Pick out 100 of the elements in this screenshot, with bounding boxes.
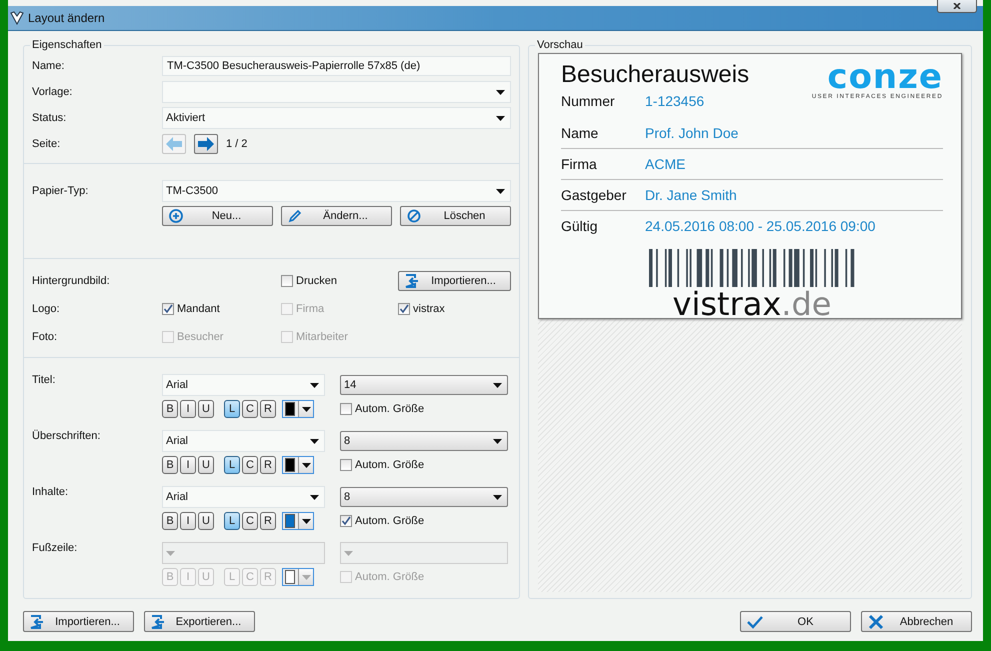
action-button[interactable]: Ändern... bbox=[281, 206, 392, 226]
badge-label: Nummer bbox=[561, 93, 616, 109]
style-toggle[interactable]: U bbox=[198, 456, 214, 474]
align-toggle[interactable]: L bbox=[224, 456, 240, 474]
company-logo: conze bbox=[827, 62, 943, 92]
dialog-button[interactable]: OK bbox=[740, 611, 851, 632]
checkbox[interactable] bbox=[340, 515, 352, 527]
font-dropdown[interactable]: Arial bbox=[162, 486, 325, 508]
badge-label: Name bbox=[561, 125, 600, 141]
right-arrow-icon bbox=[198, 137, 214, 151]
import-icon bbox=[405, 274, 419, 288]
font-dropdown[interactable]: Arial bbox=[162, 430, 325, 452]
align-toggle[interactable]: R bbox=[260, 512, 276, 530]
field-label: Seite: bbox=[32, 138, 62, 150]
field-label: Vorlage: bbox=[32, 86, 74, 98]
align-toggle[interactable]: C bbox=[242, 456, 258, 474]
caret-icon bbox=[302, 406, 310, 412]
checkbox-label: Autom. Größe bbox=[355, 459, 424, 471]
style-toggle[interactable]: B bbox=[162, 512, 178, 530]
align-toggle[interactable]: C bbox=[242, 512, 258, 530]
status-dropdown[interactable]: Aktiviert bbox=[162, 107, 511, 129]
caret-icon bbox=[302, 574, 310, 580]
caret-icon bbox=[166, 550, 175, 556]
style-toggle[interactable]: B bbox=[162, 456, 178, 474]
dialog-button[interactable]: Importieren... bbox=[23, 611, 134, 632]
caret-icon bbox=[302, 518, 310, 524]
badge-value: Prof. John Doe bbox=[645, 125, 738, 141]
group-title: Vorschau bbox=[536, 39, 584, 51]
size-dropdown[interactable]: 14 bbox=[340, 375, 508, 395]
color-picker[interactable] bbox=[282, 512, 314, 530]
align-toggle[interactable]: L bbox=[224, 512, 240, 530]
prohibited-icon bbox=[407, 209, 421, 223]
badge-value: ACME bbox=[645, 156, 686, 172]
style-toggle[interactable]: U bbox=[198, 512, 214, 530]
color-picker[interactable] bbox=[282, 568, 314, 586]
checkbox[interactable] bbox=[340, 459, 352, 471]
checkbox[interactable] bbox=[398, 303, 410, 315]
field-label: Papier-Typ: bbox=[32, 185, 90, 197]
dialog-button[interactable]: Abbrechen bbox=[861, 611, 972, 632]
left-arrow-icon bbox=[166, 137, 182, 151]
badge-label: Gastgeber bbox=[561, 187, 628, 203]
field-label: Status: bbox=[32, 112, 68, 124]
style-toggle[interactable]: I bbox=[180, 456, 196, 474]
style-toggle[interactable]: I bbox=[180, 512, 196, 530]
badge-value: Dr. Jane Smith bbox=[645, 187, 737, 203]
action-button[interactable]: Neu... bbox=[162, 206, 273, 226]
checkbox[interactable] bbox=[162, 303, 174, 315]
checkbox-label: Mandant bbox=[177, 303, 220, 315]
window-title: Layout ändern bbox=[28, 11, 105, 25]
page-indicator: 1 / 2 bbox=[226, 138, 248, 150]
checkbox[interactable] bbox=[281, 275, 293, 287]
align-toggle[interactable]: R bbox=[260, 400, 276, 418]
size-dropdown[interactable]: 8 bbox=[340, 431, 508, 451]
shield-icon bbox=[10, 11, 24, 25]
field-label: Titel: bbox=[32, 374, 56, 388]
next-page-button[interactable] bbox=[194, 134, 218, 154]
paper-type-dropdown[interactable]: TM-C3500 bbox=[162, 180, 511, 202]
field-label: Fußzeile: bbox=[32, 542, 78, 556]
dialog-button[interactable]: Exportieren... bbox=[144, 611, 255, 632]
caret-icon bbox=[496, 90, 505, 94]
align-toggle[interactable]: R bbox=[260, 456, 276, 474]
badge-title: Besucherausweis bbox=[561, 62, 750, 88]
caret-icon bbox=[310, 494, 319, 500]
caret-icon bbox=[310, 382, 319, 388]
style-toggle[interactable]: B bbox=[162, 400, 178, 418]
brand-logo: vistrax.de bbox=[672, 290, 832, 318]
style-toggle[interactable]: U bbox=[198, 400, 214, 418]
close-icon bbox=[953, 3, 961, 9]
import-icon bbox=[151, 614, 165, 628]
caret-icon bbox=[493, 494, 502, 500]
field-label: Logo: bbox=[32, 303, 61, 315]
name-field[interactable]: TM-C3500 Besucherausweis-Papierrolle 57x85 (de) bbox=[162, 56, 511, 76]
caret-icon bbox=[310, 438, 319, 444]
align-toggle[interactable]: C bbox=[242, 400, 258, 418]
checkbox-label: Besucher bbox=[177, 331, 224, 343]
import-button[interactable]: Importieren... bbox=[398, 271, 511, 291]
caret-icon bbox=[493, 382, 502, 388]
checkbox-label: Autom. Größe bbox=[355, 403, 424, 415]
caret-icon bbox=[493, 438, 502, 444]
caret-icon bbox=[344, 550, 353, 556]
badge-value: 24.05.2016 08:00 - 25.05.2016 09:00 bbox=[645, 218, 876, 234]
color-picker[interactable] bbox=[282, 456, 314, 474]
field-label: Hintergrundbild: bbox=[32, 275, 111, 287]
font-dropdown[interactable]: Arial bbox=[162, 374, 325, 396]
group-title: Eigenschaften bbox=[31, 39, 103, 51]
checkbox-label: Autom. Größe bbox=[355, 515, 424, 527]
badge-value: 1-123456 bbox=[645, 93, 704, 109]
check-icon bbox=[747, 614, 763, 628]
field-label: Überschriften: bbox=[32, 430, 102, 444]
style-toggle[interactable]: I bbox=[180, 400, 196, 418]
size-dropdown[interactable]: 8 bbox=[340, 487, 508, 507]
close-button[interactable] bbox=[937, 0, 977, 13]
color-picker[interactable] bbox=[282, 400, 314, 418]
align-toggle[interactable]: L bbox=[224, 400, 240, 418]
action-button[interactable]: Löschen bbox=[400, 206, 511, 226]
checkbox-label: Firma bbox=[296, 303, 324, 315]
badge-label: Gültig bbox=[561, 218, 599, 234]
field-label: Name: bbox=[32, 60, 66, 72]
close-icon bbox=[868, 614, 884, 630]
checkbox[interactable] bbox=[340, 403, 352, 415]
